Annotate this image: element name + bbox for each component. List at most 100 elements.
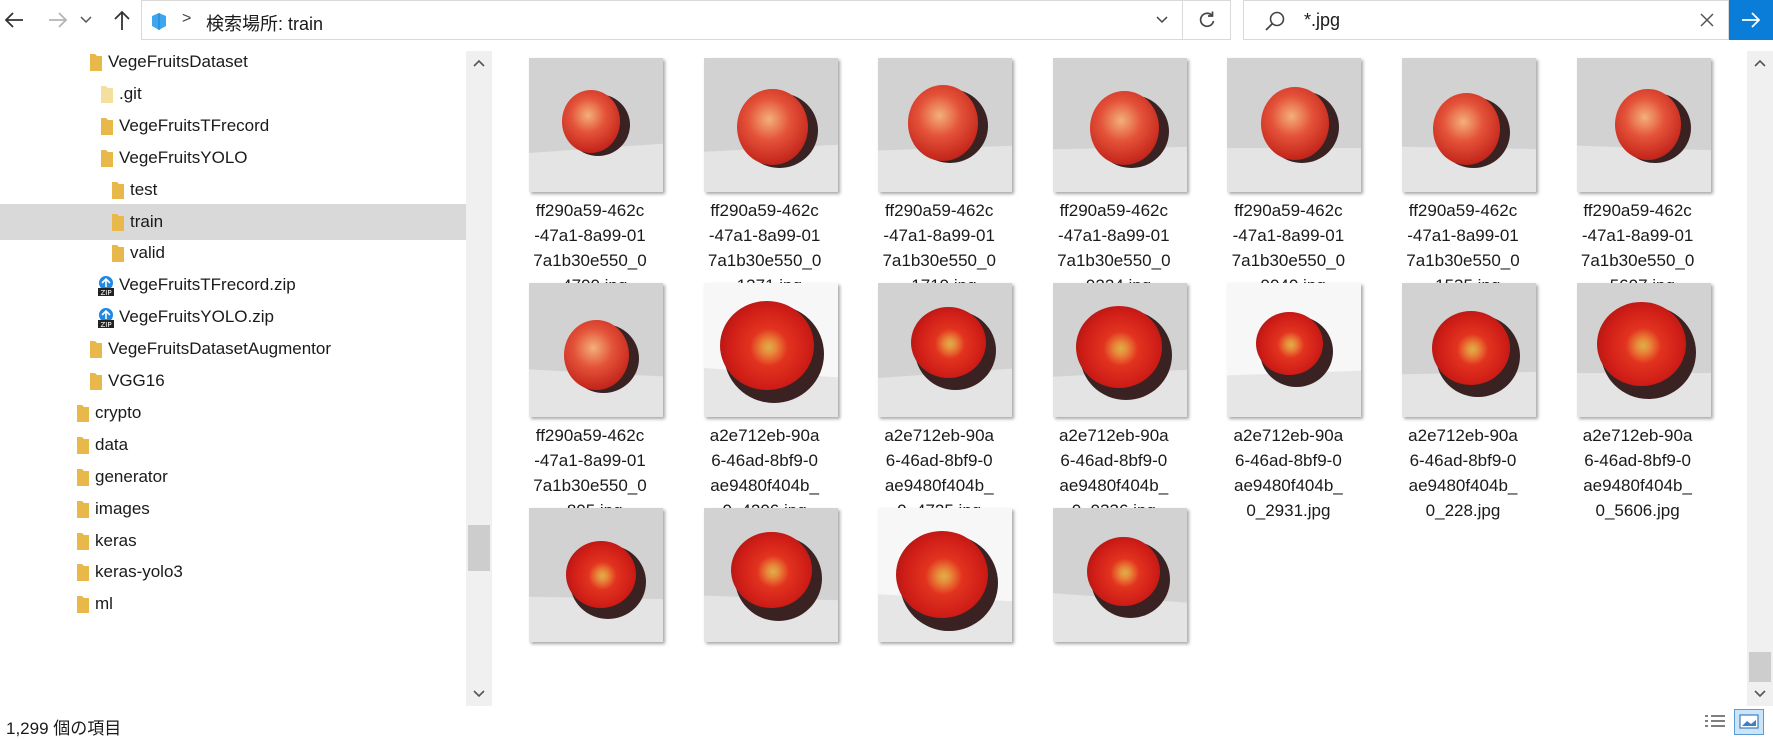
tree-item[interactable]: ml xyxy=(0,586,466,622)
file-item[interactable]: ff290a59-462c-47a1-8a99-017a1b30e550_0_1… xyxy=(841,51,1016,295)
file-name-line: a2e712eb-90a xyxy=(1058,426,1169,445)
apple-image xyxy=(908,85,979,161)
zip-file-icon: ZIP xyxy=(98,276,114,297)
scrollbar-thumb[interactable] xyxy=(468,525,490,571)
file-item[interactable] xyxy=(1016,501,1191,706)
folder-icon xyxy=(77,532,89,550)
file-name-line: -47a1-8a99-01 xyxy=(1581,226,1694,245)
file-name-line: a2e712eb-90a xyxy=(1408,426,1518,445)
file-name-line: ff290a59-462c xyxy=(1234,201,1343,220)
chevron-down-icon[interactable] xyxy=(1154,11,1170,27)
image-thumbnail xyxy=(703,283,838,417)
search-box[interactable] xyxy=(1243,0,1729,40)
search-input[interactable] xyxy=(1304,10,1604,31)
folder-icon xyxy=(77,596,89,614)
refresh-button[interactable] xyxy=(1183,0,1231,40)
folder-icon xyxy=(112,245,124,263)
clear-search-icon[interactable] xyxy=(1698,11,1716,29)
tree-item[interactable]: images xyxy=(0,491,466,527)
image-thumbnail xyxy=(529,283,663,417)
file-name-line: a2e712eb-90a xyxy=(709,426,820,445)
folder-icon xyxy=(101,85,113,103)
details-view-icon[interactable] xyxy=(1704,713,1726,731)
tree-item[interactable]: train xyxy=(0,203,466,240)
folder-icon xyxy=(77,500,89,518)
scroll-up-icon[interactable] xyxy=(473,59,485,67)
scroll-down-icon[interactable] xyxy=(473,690,485,698)
tree-item-label: keras-yolo3 xyxy=(95,562,183,582)
image-thumbnail xyxy=(1227,283,1362,417)
address-path[interactable]: 検索場所: train xyxy=(206,10,323,36)
file-item[interactable]: a2e712eb-90a6-46ad-8bf9-0ae9480f404b_0_4… xyxy=(841,276,1016,520)
tree-item[interactable]: VegeFruitsYOLO xyxy=(0,140,466,176)
item-count: 1,299 個の項目 xyxy=(6,719,122,738)
tree-item[interactable]: ZIP VegeFruitsYOLO.zip xyxy=(0,299,466,335)
address-bar[interactable]: > 検索場所: train xyxy=(141,0,1183,40)
file-name-line: ff290a59-462c xyxy=(535,201,645,220)
file-item[interactable]: ff290a59-462c-47a1-8a99-017a1b30e550_0_4… xyxy=(492,51,667,295)
tree-item[interactable]: test xyxy=(0,172,466,208)
file-item[interactable] xyxy=(667,501,842,706)
file-item[interactable]: ff290a59-462c-47a1-8a99-017a1b30e550_0_5… xyxy=(1540,51,1715,295)
scroll-up-icon[interactable] xyxy=(1754,59,1766,67)
tree-item[interactable]: ZIP VegeFruitsTFrecord.zip xyxy=(0,267,466,303)
tree-item-label: .git xyxy=(119,83,142,103)
up-button[interactable] xyxy=(108,6,136,34)
file-item[interactable]: ff290a59-462c-47a1-8a99-017a1b30e550_0_8… xyxy=(492,276,667,520)
search-go-button[interactable] xyxy=(1729,0,1773,40)
file-name-line: 7a1b30e550_0 xyxy=(533,251,647,270)
file-name-line: 6-46ad-8bf9-0 xyxy=(1234,451,1342,470)
image-thumbnail xyxy=(703,58,838,192)
file-item[interactable]: ff290a59-462c-47a1-8a99-017a1b30e550_0_9… xyxy=(1190,51,1365,295)
image-thumbnail xyxy=(529,508,663,642)
folder-icon xyxy=(90,373,102,390)
image-thumbnail xyxy=(1576,58,1711,192)
image-thumbnail xyxy=(878,58,1013,192)
tree-item[interactable]: VGG16 xyxy=(0,363,466,399)
tree-item[interactable]: keras xyxy=(0,523,466,559)
tree-item[interactable]: .git xyxy=(0,76,466,112)
navigation-scrollbar[interactable] xyxy=(466,51,492,706)
scroll-down-icon[interactable] xyxy=(1754,690,1766,698)
tree-item[interactable]: keras-yolo3 xyxy=(0,554,466,590)
tree-item-label: generator xyxy=(95,466,168,486)
file-name-line: 7a1b30e550_0 xyxy=(1580,251,1695,270)
file-item[interactable] xyxy=(492,501,667,706)
tree-item[interactable]: data xyxy=(0,427,466,463)
file-item[interactable]: ff290a59-462c-47a1-8a99-017a1b30e550_0_1… xyxy=(667,51,842,295)
tree-item[interactable]: generator xyxy=(0,459,466,495)
file-name: a2e712eb-90a 6-46ad-8bf9-0 ae9480f404b_ 0_5… xyxy=(1558,423,1718,523)
file-item[interactable]: a2e712eb-90a 6-46ad-8bf9-0 ae9480f404b_ 0_5… xyxy=(1540,276,1715,520)
file-name-line: ae9480f404b_ xyxy=(1059,476,1169,495)
file-item[interactable]: a2e712eb-90a 6-46ad-8bf9-0 ae9480f404b_ 0_2… xyxy=(1190,276,1365,520)
file-item[interactable]: ff290a59-462c-47a1-8a99-017a1b30e550_0_1… xyxy=(1365,51,1540,295)
file-name-line: 6-46ad-8bf9-0 xyxy=(1584,451,1691,470)
file-name-line: -47a1-8a99-01 xyxy=(534,226,646,245)
file-name-line: ff290a59-462c xyxy=(535,426,645,445)
file-name-line: -47a1-8a99-01 xyxy=(1232,226,1345,245)
file-view-scrollbar[interactable] xyxy=(1747,51,1773,706)
recent-locations-button[interactable] xyxy=(78,6,94,34)
apple-image xyxy=(731,531,813,609)
tree-item[interactable]: VegeFruitsTFrecord xyxy=(0,108,466,144)
tree-item[interactable]: crypto xyxy=(0,395,466,431)
scrollbar-thumb[interactable] xyxy=(1749,652,1771,682)
file-name-line: a2e712eb-90a xyxy=(884,426,995,445)
image-thumbnail xyxy=(1576,283,1711,417)
file-name-line: 7a1b30e550_0 xyxy=(1406,251,1520,270)
file-item[interactable]: ff290a59-462c-47a1-8a99-017a1b30e550_0_9… xyxy=(1016,51,1191,295)
tree-item[interactable]: VegeFruitsDatasetAugmentor xyxy=(0,331,466,367)
file-item[interactable] xyxy=(841,501,1016,706)
file-name-line: a2e712eb-90a xyxy=(1233,426,1344,445)
folder-icon xyxy=(77,436,89,454)
back-button[interactable] xyxy=(0,6,28,34)
file-item[interactable]: a2e712eb-90a6-46ad-8bf9-0ae9480f404b_0_4… xyxy=(667,276,842,520)
large-icons-view-button[interactable] xyxy=(1734,709,1764,735)
tree-item-label: data xyxy=(95,434,129,454)
forward-button[interactable] xyxy=(44,6,72,34)
file-item[interactable]: a2e712eb-90a6-46ad-8bf9-0ae9480f404b_0_9… xyxy=(1016,276,1191,520)
file-item[interactable]: a2e712eb-90a 6-46ad-8bf9-0 ae9480f404b_ 0_2… xyxy=(1365,276,1540,520)
apple-image xyxy=(1614,89,1681,161)
tree-item[interactable]: valid xyxy=(0,235,466,271)
tree-item-label: ml xyxy=(95,594,113,614)
